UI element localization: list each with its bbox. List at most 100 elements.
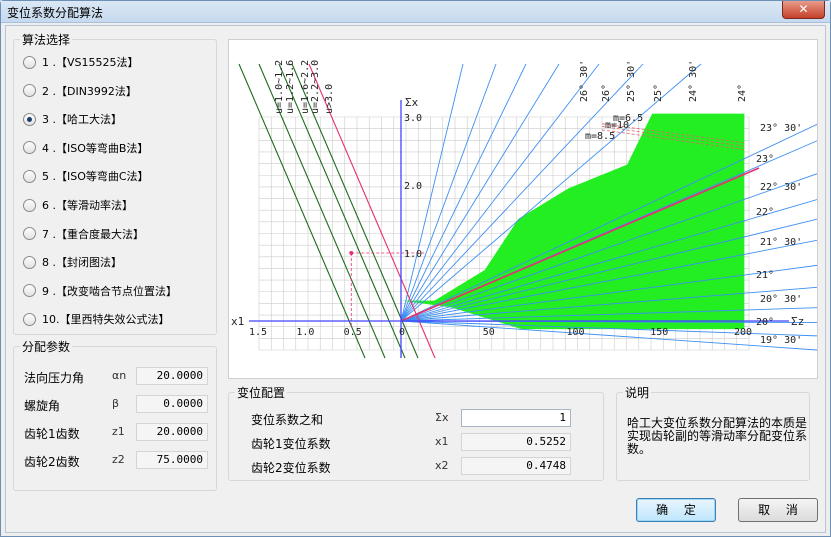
config-value-field: 0.4748 — [461, 457, 571, 475]
param-label: 齿轮2齿数 — [24, 455, 80, 469]
param-symbol: z1 — [112, 425, 125, 438]
dialog-window: 变位系数分配算法 ✕ 算法选择 1 .【VS15525法】 2 .【DIN3992… — [0, 0, 831, 537]
shift-coefficient-chart: Σz x1 Σx 0 50 100 150 200 1.5 1.0 0.5 1.0 2.0 3.0 26° … — [231, 60, 831, 359]
top-angle-label: 24° 30' — [688, 60, 699, 102]
method-option-4[interactable]: 4 .【ISO等弯曲B法】 — [23, 140, 148, 156]
right-angle-label: 20° 30' — [760, 294, 802, 305]
explain-group: 说明 哈工大变位系数分配算法的本质是实现齿轮副的等滑动率分配变位系数。 — [616, 384, 810, 481]
param-label: 螺旋角 — [24, 399, 61, 413]
right-angle-label: 22° 30' — [760, 182, 802, 193]
y-tick-label: 2.0 — [404, 181, 422, 192]
config-symbol: Σx — [435, 411, 449, 424]
method-option-1[interactable]: 1 .【VS15525法】 — [23, 54, 139, 70]
u-label: u>3.0 — [324, 84, 335, 114]
method-option-6[interactable]: 6 .【等滑动率法】 — [23, 197, 133, 213]
radio-button-icon[interactable] — [23, 227, 36, 241]
x-tick-label: 0 — [399, 327, 405, 338]
param-row: 法向压力角 αn 20.0000 — [24, 367, 214, 385]
param-symbol: αn — [112, 369, 127, 382]
param-row: 螺旋角 β 0.0000 — [24, 395, 214, 413]
config-group: 变位配置 变位系数之和 Σx 1 齿轮1变位系数 x1 0.5252 齿轮2变位系数 x2 0.… — [228, 384, 604, 481]
chart-panel: Σz x1 Σx 0 50 100 150 200 1.5 1.0 0.5 1.0 2.0 3.0 26° … — [228, 39, 831, 379]
explain-group-label: 说明 — [623, 384, 652, 401]
m-label: m=10 — [605, 120, 629, 131]
config-group-label: 变位配置 — [235, 384, 288, 401]
method-option-5[interactable]: 5 .【ISO等弯曲C法】 — [23, 168, 149, 184]
y-axis-label: Σx — [405, 96, 419, 109]
param-symbol: β — [112, 397, 120, 410]
method-option-7[interactable]: 7 .【重合度最大法】 — [23, 226, 144, 242]
param-value-field: 20.0000 — [136, 423, 208, 441]
config-label: 齿轮1变位系数 — [251, 437, 331, 451]
close-button[interactable]: ✕ — [782, 1, 825, 19]
param-value-field: 20.0000 — [136, 367, 208, 385]
x1-tick-label: 0.5 — [344, 327, 362, 338]
right-angle-label: 20° — [756, 317, 774, 328]
method-option-label: 6 .【等滑动率法】 — [42, 199, 133, 212]
param-value-field: 0.0000 — [136, 395, 208, 413]
u-line — [278, 63, 406, 359]
param-label: 法向压力角 — [24, 371, 85, 385]
top-angle-label: 26° — [601, 84, 612, 102]
radio-button-icon[interactable] — [23, 141, 36, 155]
top-angle-label: 25° — [653, 84, 664, 102]
x1-tick-label: 1.0 — [296, 327, 314, 338]
method-option-3[interactable]: 3 .【哈工大法】 — [23, 111, 122, 127]
param-value-field: 75.0000 — [136, 451, 208, 469]
top-angle-label: 26° 30' — [579, 60, 590, 102]
x1-axis-label: x1 — [231, 315, 244, 328]
params-group-label: 分配参数 — [20, 338, 73, 355]
right-angle-label: 21° — [756, 270, 774, 281]
config-row: 齿轮1变位系数 x1 0.5252 — [251, 433, 591, 451]
radio-button-icon[interactable] — [23, 112, 36, 126]
y-tick-label: 1.0 — [404, 249, 422, 260]
config-row: 变位系数之和 Σx 1 — [251, 409, 591, 427]
x-tick-label: 200 — [734, 327, 752, 338]
x-tick-label: 150 — [650, 327, 668, 338]
method-option-label: 9 .【改变啮合节点位置法】 — [42, 284, 177, 298]
x-axis-label: Σz — [791, 315, 804, 328]
right-angle-label: 23° — [756, 154, 774, 165]
method-option-9[interactable]: 9 .【改变啮合节点位置法】 — [23, 283, 177, 299]
x-tick-label: 100 — [567, 327, 585, 338]
y-tick-label: 3.0 — [404, 113, 422, 124]
config-value-field: 0.5252 — [461, 433, 571, 451]
right-angle-label: 21° 30' — [760, 237, 802, 248]
cancel-button[interactable]: 取 消 — [738, 498, 818, 522]
param-label: 齿轮1齿数 — [24, 427, 80, 441]
method-option-10[interactable]: 10.【里西特失效公式法】 — [23, 311, 170, 327]
method-option-label: 7 .【重合度最大法】 — [42, 227, 144, 241]
param-symbol: z2 — [112, 453, 125, 466]
method-option-label: 3 .【哈工大法】 — [42, 113, 122, 127]
radio-button-icon[interactable] — [23, 312, 36, 326]
top-angle-label: 25° 30' — [626, 60, 637, 102]
explain-text: 哈工大变位系数分配算法的本质是实现齿轮副的等滑动率分配变位系数。 — [627, 416, 808, 456]
method-group: 算法选择 1 .【VS15525法】 2 .【DIN3992法】 3 .【哈工大法】… — [13, 31, 217, 335]
radio-button-icon[interactable] — [23, 169, 36, 183]
dialog-client: 算法选择 1 .【VS15525法】 2 .【DIN3992法】 3 .【哈工大法】… — [5, 25, 831, 533]
right-angle-label: 23° 30' — [760, 123, 802, 134]
method-option-label: 4 .【ISO等弯曲B法】 — [42, 141, 149, 155]
param-row: 齿轮1齿数 z1 20.0000 — [24, 423, 214, 441]
config-symbol: x2 — [435, 459, 449, 472]
x1-tick-label: 1.5 — [249, 327, 267, 338]
radio-button-icon[interactable] — [23, 84, 36, 98]
title-bar[interactable]: 变位系数分配算法 ✕ — [1, 1, 830, 23]
sum-x-input[interactable]: 1 — [461, 409, 571, 427]
method-group-label: 算法选择 — [20, 31, 73, 48]
ok-button[interactable]: 确 定 — [636, 498, 716, 522]
method-option-2[interactable]: 2 .【DIN3992法】 — [23, 83, 137, 99]
radio-button-icon[interactable] — [23, 255, 36, 269]
radio-button-icon[interactable] — [23, 55, 36, 69]
radio-button-icon[interactable] — [23, 198, 36, 212]
x-tick-label: 50 — [483, 327, 495, 338]
method-option-8[interactable]: 8 .【封闭图法】 — [23, 254, 122, 270]
method-option-label: 5 .【ISO等弯曲C法】 — [42, 170, 149, 184]
method-option-label: 10.【里西特失效公式法】 — [42, 313, 170, 327]
config-row: 齿轮2变位系数 x2 0.4748 — [251, 457, 591, 475]
radio-button-icon[interactable] — [23, 284, 36, 298]
params-group: 分配参数 法向压力角 αn 20.0000 螺旋角 β 0.0000 齿轮1齿数 z1 20.0… — [13, 338, 217, 491]
config-label: 变位系数之和 — [251, 413, 324, 427]
config-label: 齿轮2变位系数 — [251, 461, 331, 475]
method-option-label: 2 .【DIN3992法】 — [42, 84, 137, 98]
